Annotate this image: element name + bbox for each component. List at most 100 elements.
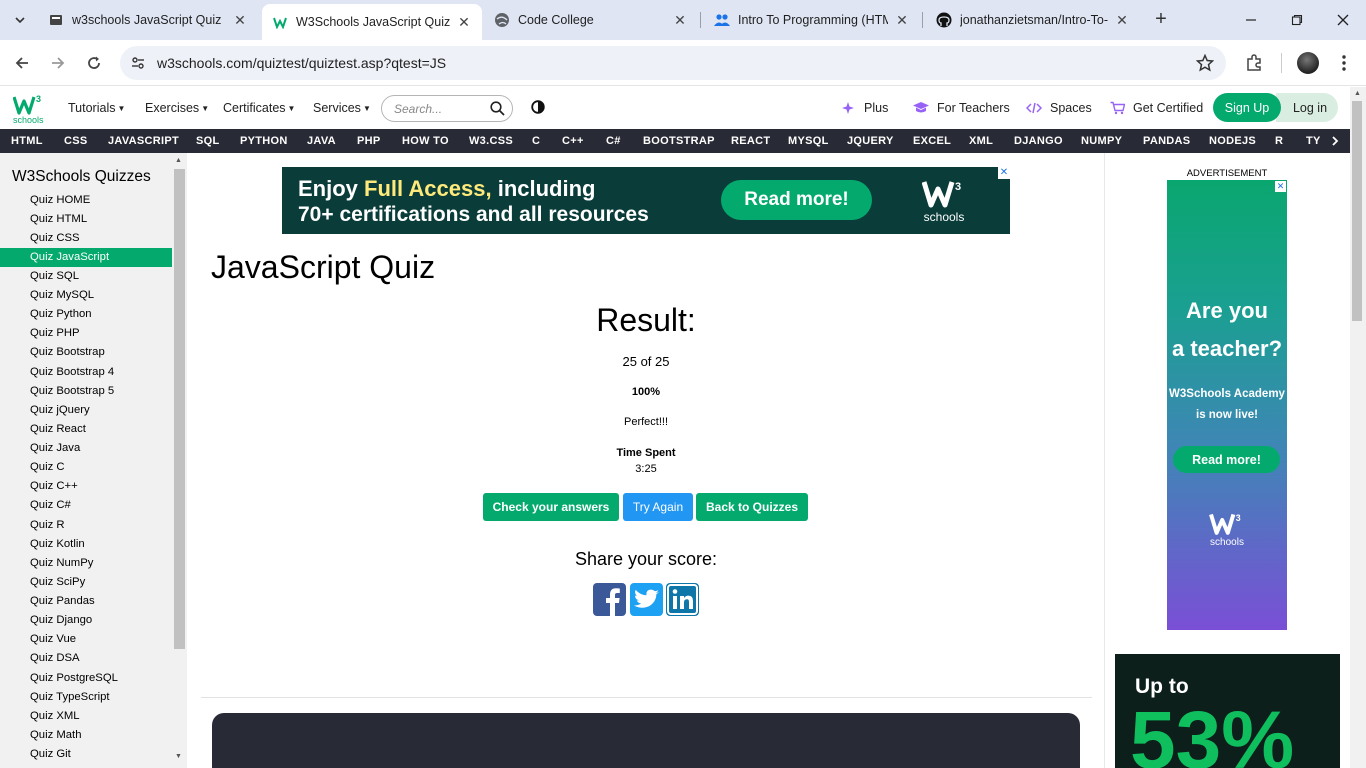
sidebar-item[interactable]: Quiz Bootstrap bbox=[0, 343, 172, 362]
topic-link[interactable]: SQL bbox=[196, 135, 220, 147]
w3schools-logo[interactable]: 3 schools bbox=[12, 93, 45, 125]
topic-link[interactable]: NUMPY bbox=[1081, 135, 1122, 147]
close-tab-icon[interactable]: ✕ bbox=[456, 14, 472, 31]
banner-read-more-button[interactable]: Read more! bbox=[721, 180, 872, 220]
topic-link[interactable]: W3.CSS bbox=[469, 135, 513, 147]
scroll-up-arrow-icon[interactable]: ▲ bbox=[175, 157, 182, 164]
sidebar-item[interactable]: Quiz Vue bbox=[0, 630, 172, 649]
sidebar-scrollbar[interactable]: ▲ ▼ bbox=[172, 153, 187, 768]
browser-tab[interactable]: Intro To Programming (HTM ✕ bbox=[704, 4, 920, 36]
spaces-link[interactable]: Spaces bbox=[1026, 101, 1092, 115]
close-tab-icon[interactable]: ✕ bbox=[672, 12, 688, 29]
login-button[interactable]: Log in bbox=[1276, 93, 1338, 122]
close-tab-icon[interactable]: ✕ bbox=[232, 12, 248, 29]
check-answers-button[interactable]: Check your answers bbox=[483, 493, 619, 521]
topics-scroll-right-button[interactable] bbox=[1320, 129, 1350, 153]
sidebar-scroll-thumb[interactable] bbox=[174, 169, 185, 649]
close-tab-icon[interactable]: ✕ bbox=[894, 12, 910, 29]
sidebar-item[interactable]: Quiz jQuery bbox=[0, 401, 172, 420]
sidebar-item[interactable]: Quiz HOME bbox=[0, 191, 172, 210]
sidebar-item[interactable]: Quiz R bbox=[0, 516, 172, 535]
minimize-button[interactable] bbox=[1228, 0, 1274, 40]
ad-close-icon[interactable]: ✕ bbox=[1275, 181, 1286, 192]
page-scrollbar[interactable]: ▲ bbox=[1350, 87, 1366, 768]
site-settings-icon[interactable] bbox=[128, 53, 148, 73]
topic-link[interactable]: PHP bbox=[357, 135, 381, 147]
sidebar-item[interactable]: Quiz XML bbox=[0, 707, 172, 726]
sidebar-item[interactable]: Quiz NumPy bbox=[0, 554, 172, 573]
url-text[interactable]: w3schools.com/quiztest/quiztest.asp?qtes… bbox=[157, 55, 446, 71]
sidebar-item[interactable]: Quiz PHP bbox=[0, 324, 172, 343]
sky-read-more-button[interactable]: Read more! bbox=[1173, 446, 1280, 473]
topic-link[interactable]: PANDAS bbox=[1143, 135, 1190, 147]
sidebar-item[interactable]: Quiz C++ bbox=[0, 477, 172, 496]
sidebar-item[interactable]: Quiz CSS bbox=[0, 229, 172, 248]
topic-link[interactable]: REACT bbox=[731, 135, 770, 147]
reload-button[interactable] bbox=[80, 49, 108, 77]
sidebar-item[interactable]: Quiz DSA bbox=[0, 649, 172, 668]
topic-link[interactable]: BOOTSTRAP bbox=[643, 135, 715, 147]
sidebar-item[interactable]: Quiz Git bbox=[0, 745, 172, 764]
search-icon[interactable] bbox=[490, 101, 505, 119]
sidebar-item[interactable]: Quiz Math bbox=[0, 726, 172, 745]
site-search-input[interactable]: Search... bbox=[381, 95, 513, 122]
sidebar-item[interactable]: Quiz Python bbox=[0, 305, 172, 324]
sidebar-item[interactable]: Quiz Pandas bbox=[0, 592, 172, 611]
contrast-toggle-icon[interactable] bbox=[531, 100, 545, 117]
skyscraper-advertisement[interactable]: ✕ Are you a teacher? W3Schools Academy is… bbox=[1167, 180, 1287, 630]
bookmark-star-icon[interactable] bbox=[1195, 53, 1215, 75]
plus-link[interactable]: Plus bbox=[842, 101, 888, 115]
topic-link[interactable]: C# bbox=[606, 135, 621, 147]
browser-tab-active[interactable]: W3Schools JavaScript Quiz ✕ bbox=[262, 4, 482, 40]
services-menu[interactable]: Services ▼ bbox=[313, 101, 371, 115]
facebook-share-button[interactable] bbox=[593, 583, 626, 616]
browser-tab[interactable]: jonathanzietsman/Intro-To-F ✕ bbox=[926, 4, 1140, 36]
for-teachers-link[interactable]: For Teachers bbox=[913, 101, 1010, 115]
topic-link[interactable]: MYSQL bbox=[788, 135, 829, 147]
scroll-up-arrow-icon[interactable]: ▲ bbox=[1354, 90, 1361, 97]
topic-link[interactable]: HOW TO bbox=[402, 135, 449, 147]
topic-link[interactable]: JQUERY bbox=[847, 135, 894, 147]
twitter-share-button[interactable] bbox=[630, 583, 663, 616]
sidebar-item[interactable]: Quiz PostgreSQL bbox=[0, 669, 172, 688]
close-tab-icon[interactable]: ✕ bbox=[1114, 12, 1130, 29]
banner-advertisement[interactable]: Enjoy Full Access, including 70+ certifi… bbox=[282, 167, 1010, 234]
topic-link[interactable]: C++ bbox=[562, 135, 584, 147]
extensions-button[interactable] bbox=[1240, 49, 1268, 77]
signup-button[interactable]: Sign Up bbox=[1213, 93, 1281, 122]
sidebar-item[interactable]: Quiz React bbox=[0, 420, 172, 439]
page-scroll-thumb[interactable] bbox=[1352, 101, 1362, 321]
ad-close-icon[interactable]: ✕ bbox=[998, 167, 1010, 179]
topic-link[interactable]: CSS bbox=[64, 135, 88, 147]
topic-link[interactable]: XML bbox=[969, 135, 993, 147]
topic-link[interactable]: C bbox=[532, 135, 540, 147]
sidebar-item[interactable]: Quiz SQL bbox=[0, 267, 172, 286]
sidebar-item[interactable]: Quiz MySQL bbox=[0, 286, 172, 305]
restore-button[interactable] bbox=[1274, 0, 1320, 40]
sidebar-item[interactable]: Quiz SciPy bbox=[0, 573, 172, 592]
menu-button[interactable] bbox=[1330, 49, 1358, 77]
topic-link[interactable]: PYTHON bbox=[240, 135, 288, 147]
forward-button[interactable] bbox=[44, 49, 72, 77]
sidebar-item[interactable]: Quiz Bootstrap 5 bbox=[0, 382, 172, 401]
sale-advertisement[interactable]: Up to 53% bbox=[1115, 654, 1340, 768]
sidebar-item-active[interactable]: Quiz JavaScript bbox=[0, 248, 172, 267]
topic-link[interactable]: R bbox=[1275, 135, 1283, 147]
topic-link[interactable]: JAVASCRIPT bbox=[108, 135, 179, 147]
back-to-quizzes-button[interactable]: Back to Quizzes bbox=[696, 493, 808, 521]
tab-search-button[interactable] bbox=[8, 8, 32, 32]
browser-tab[interactable]: w3schools JavaScript Quiz ✕ bbox=[38, 4, 258, 36]
browser-tab[interactable]: Code College ✕ bbox=[484, 4, 698, 36]
try-again-button[interactable]: Try Again bbox=[623, 493, 693, 521]
sidebar-item[interactable]: Quiz C bbox=[0, 458, 172, 477]
sidebar-item[interactable]: Quiz Bootstrap 4 bbox=[0, 363, 172, 382]
address-bar[interactable]: w3schools.com/quiztest/quiztest.asp?qtes… bbox=[120, 46, 1226, 80]
sidebar-item[interactable]: Quiz Kotlin bbox=[0, 535, 172, 554]
topic-link[interactable]: EXCEL bbox=[913, 135, 951, 147]
certificates-menu[interactable]: Certificates ▼ bbox=[223, 101, 295, 115]
tutorials-menu[interactable]: Tutorials ▼ bbox=[68, 101, 125, 115]
back-button[interactable] bbox=[8, 49, 36, 77]
topic-link[interactable]: JAVA bbox=[307, 135, 336, 147]
close-window-button[interactable] bbox=[1320, 0, 1366, 40]
sidebar-item[interactable]: Quiz TypeScript bbox=[0, 688, 172, 707]
